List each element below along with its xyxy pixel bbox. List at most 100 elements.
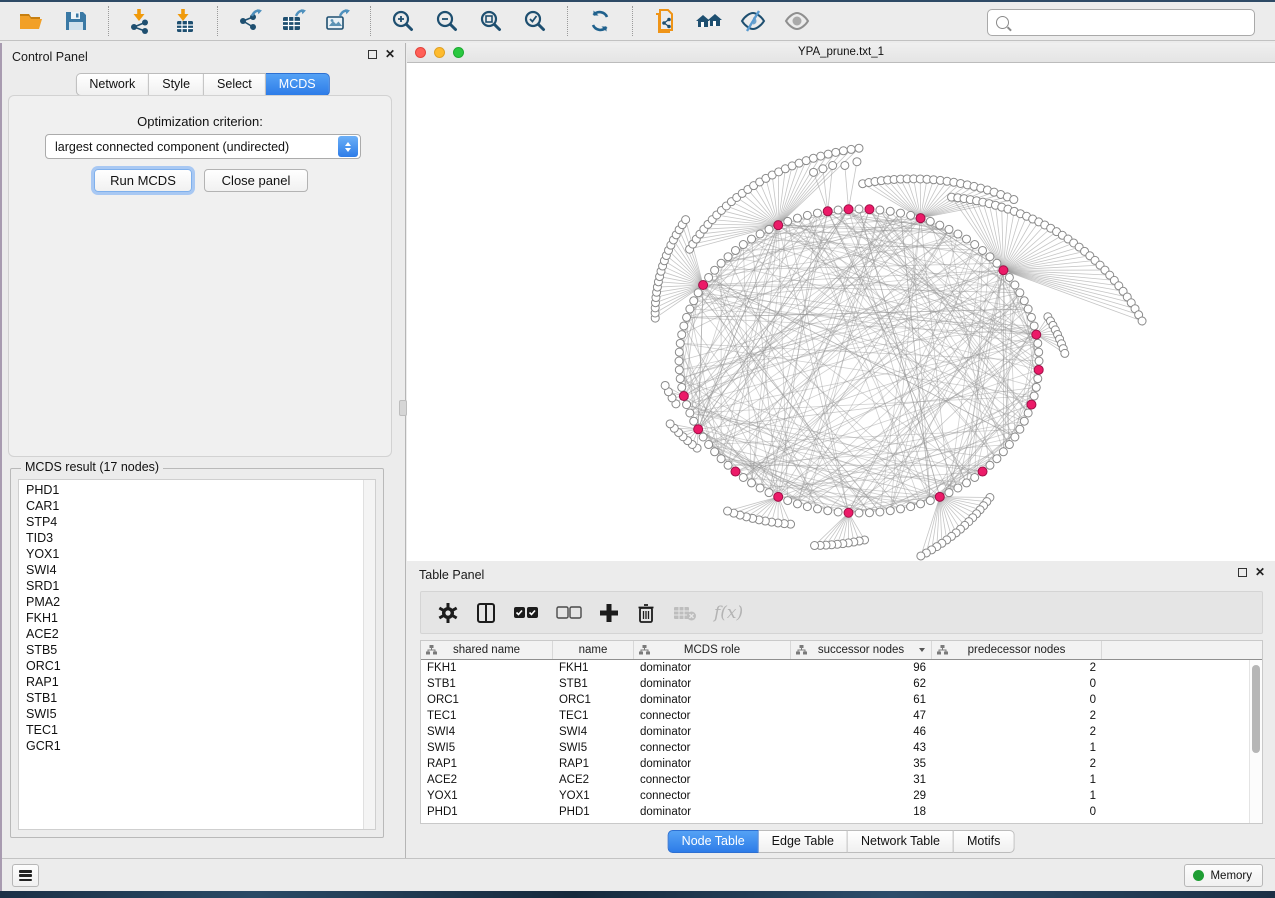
mcds-result-item[interactable]: TID3 <box>19 530 375 546</box>
table-row[interactable]: YOX1YOX1connector291 <box>421 788 1249 804</box>
table-scrollbar-thumb[interactable] <box>1252 665 1260 753</box>
delete-icon[interactable] <box>636 600 656 626</box>
mcds-result-item[interactable]: TEC1 <box>19 722 375 738</box>
shared-column-icon <box>937 645 948 658</box>
table-cell: 2 <box>932 660 1102 676</box>
mcds-result-item[interactable]: SWI5 <box>19 706 375 722</box>
mcds-result-list[interactable]: PHD1CAR1STP4TID3YOX1SWI4SRD1PMA2FKH1ACE2… <box>18 479 376 830</box>
node-table-header: shared name nameMCDS rolesuccessor nodesp… <box>421 641 1262 660</box>
shared-column-icon <box>796 645 807 658</box>
network-canvas[interactable] <box>407 63 1275 561</box>
search-box[interactable] <box>987 9 1255 36</box>
mcds-result-item[interactable]: PHD1 <box>19 482 375 498</box>
table-cell: 96 <box>791 660 932 676</box>
table-scrollbar[interactable] <box>1249 660 1262 823</box>
table-cell: 29 <box>791 788 932 804</box>
tab-network[interactable]: Network <box>75 73 149 96</box>
zoom-out-icon[interactable] <box>430 5 464 37</box>
run-mcds-button[interactable]: Run MCDS <box>94 169 192 192</box>
gear-icon[interactable] <box>437 600 459 626</box>
close-panel-icon[interactable]: ✕ <box>385 50 395 59</box>
mcds-result-item[interactable]: ORC1 <box>19 658 375 674</box>
column-header-filler <box>1102 641 1262 659</box>
table-row[interactable]: SWI4SWI4dominator462 <box>421 724 1249 740</box>
import-table-icon[interactable] <box>168 5 202 37</box>
table-row[interactable]: PHD1PHD1dominator180 <box>421 804 1249 820</box>
table-row[interactable]: RAP1RAP1dominator352 <box>421 756 1249 772</box>
columns-icon[interactable] <box>476 600 496 626</box>
mcds-result-item[interactable]: CAR1 <box>19 498 375 514</box>
open-folder-icon[interactable] <box>15 5 49 37</box>
houses-icon[interactable] <box>692 5 726 37</box>
select-all-icon[interactable] <box>513 600 539 626</box>
hide-edges-icon[interactable] <box>736 5 770 37</box>
graphics-details-icon[interactable] <box>780 5 814 37</box>
mcds-result-item[interactable]: RAP1 <box>19 674 375 690</box>
add-column-icon[interactable] <box>599 600 619 626</box>
search-input[interactable] <box>1015 13 1254 33</box>
table-row[interactable]: STB1STB1dominator620 <box>421 676 1249 692</box>
tab-motifs[interactable]: Motifs <box>954 830 1014 853</box>
mcds-result-item[interactable]: STP4 <box>19 514 375 530</box>
zoom-selected-icon[interactable] <box>518 5 552 37</box>
float-panel-icon[interactable] <box>368 50 377 59</box>
column-header[interactable]: MCDS role <box>634 641 791 659</box>
table-cell: RAP1 <box>421 756 553 772</box>
export-table-icon[interactable] <box>277 5 311 37</box>
column-header[interactable]: successor nodes <box>791 641 932 659</box>
import-network-icon[interactable] <box>124 5 158 37</box>
delete-table-icon <box>673 600 697 626</box>
zoom-in-icon[interactable] <box>386 5 420 37</box>
network-window-titlebar[interactable]: YPA_prune.txt_1 <box>407 43 1275 63</box>
tab-select[interactable]: Select <box>204 73 266 96</box>
mcds-result-item[interactable]: PMA2 <box>19 594 375 610</box>
mcds-list-scrollbar[interactable] <box>363 480 375 829</box>
optimization-criterion-label: Optimization criterion: <box>9 114 391 129</box>
application-window: Control Panel ✕ Network Style Select MCD… <box>0 0 1275 898</box>
float-table-panel-icon[interactable] <box>1238 568 1247 577</box>
mcds-result-item[interactable]: SWI4 <box>19 562 375 578</box>
table-row[interactable]: ACE2ACE2connector311 <box>421 772 1249 788</box>
tab-edge-table[interactable]: Edge Table <box>759 830 848 853</box>
tab-network-table[interactable]: Network Table <box>848 830 954 853</box>
close-table-panel-icon[interactable]: ✕ <box>1255 568 1265 577</box>
tab-style[interactable]: Style <box>149 73 204 96</box>
tab-mcds[interactable]: MCDS <box>266 73 330 96</box>
mcds-result-item[interactable]: FKH1 <box>19 610 375 626</box>
mcds-result-item[interactable]: YOX1 <box>19 546 375 562</box>
table-row[interactable]: ORC1ORC1dominator610 <box>421 692 1249 708</box>
optimization-criterion-select[interactable]: largest connected component (undirected) <box>45 134 361 159</box>
memory-label: Memory <box>1210 870 1252 882</box>
column-header[interactable]: predecessor nodes <box>932 641 1102 659</box>
table-cell: TEC1 <box>421 708 553 724</box>
new-network-from-selection-icon[interactable] <box>648 5 682 37</box>
column-header[interactable]: name <box>553 641 634 659</box>
mcds-result-item[interactable]: STB5 <box>19 642 375 658</box>
export-network-icon[interactable] <box>233 5 267 37</box>
tab-node-table[interactable]: Node Table <box>668 830 759 853</box>
table-cell: 18 <box>791 804 932 820</box>
column-header[interactable]: shared name <box>421 641 553 659</box>
mcds-result-item[interactable]: SRD1 <box>19 578 375 594</box>
zoom-fit-icon[interactable] <box>474 5 508 37</box>
deselect-all-icon[interactable] <box>556 600 582 626</box>
close-panel-button[interactable]: Close panel <box>204 169 308 192</box>
table-row[interactable]: SWI5SWI5connector431 <box>421 740 1249 756</box>
control-panel: Control Panel ✕ Network Style Select MCD… <box>0 43 406 858</box>
column-label: shared name <box>453 644 520 656</box>
export-image-icon[interactable] <box>321 5 355 37</box>
mcds-result-item[interactable]: ACE2 <box>19 626 375 642</box>
memory-button[interactable]: Memory <box>1184 864 1263 887</box>
table-row[interactable]: TEC1TEC1connector472 <box>421 708 1249 724</box>
mcds-result-item[interactable]: STB1 <box>19 690 375 706</box>
toolbar-separator <box>567 6 568 36</box>
mcds-result-item[interactable]: GCR1 <box>19 738 375 754</box>
refresh-icon[interactable] <box>583 5 617 37</box>
network-graph <box>407 63 1275 561</box>
table-cell: ACE2 <box>553 772 634 788</box>
table-row[interactable]: FKH1FKH1dominator962 <box>421 660 1249 676</box>
menu-list-button[interactable] <box>12 864 39 887</box>
panel-splitter-handle[interactable] <box>399 400 407 416</box>
node-table-body: FKH1FKH1dominator962STB1STB1dominator620… <box>421 660 1249 823</box>
save-icon[interactable] <box>59 5 93 37</box>
